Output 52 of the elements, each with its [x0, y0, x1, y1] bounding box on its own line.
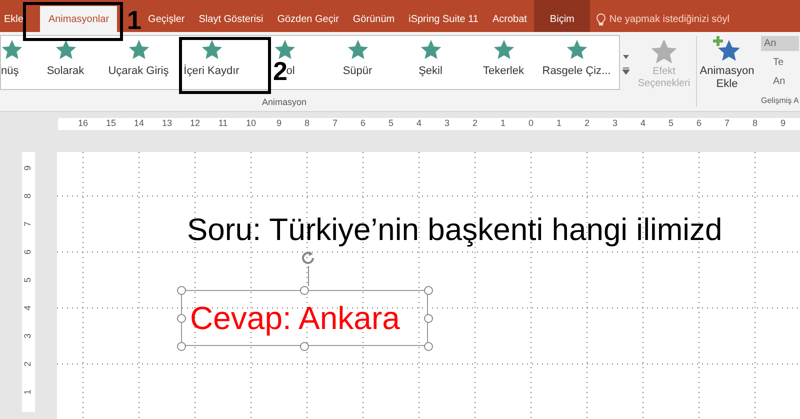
- advanced-item[interactable]: Te: [761, 55, 799, 70]
- animation-effect[interactable]: Uçarak Giriş: [102, 36, 175, 89]
- vertical-ruler: 9 8 7 6 5 4 3 2 1: [22, 152, 35, 412]
- animation-effect[interactable]: Rasgele Çiz...: [540, 36, 613, 89]
- advanced-item[interactable]: An: [761, 74, 799, 89]
- annotation-number: 2: [273, 56, 288, 86]
- ribbon-tab[interactable]: Slayt Gösterisi: [192, 6, 270, 32]
- resize-handle[interactable]: [300, 342, 309, 351]
- scroll-down-icon[interactable]: [622, 53, 630, 61]
- ribbon-tab[interactable]: Görünüm: [346, 6, 402, 32]
- star-icon: [566, 39, 588, 61]
- animation-effect[interactable]: Şekil: [394, 36, 467, 89]
- ribbon-tab[interactable]: Animasyonlar: [40, 6, 118, 32]
- ribbon-tab[interactable]: Biçim: [534, 0, 590, 32]
- star-icon: [54, 39, 76, 61]
- ribbon-tab[interactable]: Ekle: [0, 6, 30, 32]
- more-icon[interactable]: [622, 67, 630, 75]
- resize-handle[interactable]: [424, 342, 433, 351]
- ribbon-tab[interactable]: Acrobat: [485, 6, 534, 32]
- animation-effect[interactable]: nüş: [1, 36, 29, 89]
- resize-handle[interactable]: [300, 286, 309, 295]
- resize-handle[interactable]: [177, 314, 186, 323]
- star-icon: [492, 39, 514, 61]
- resize-handle[interactable]: [177, 342, 186, 351]
- animation-effect[interactable]: Süpür: [321, 36, 394, 89]
- rotate-handle-icon[interactable]: [299, 249, 317, 267]
- group-label: Animasyon: [262, 96, 308, 109]
- group-label: Gelişmiş A: [761, 95, 799, 107]
- star-icon: [420, 39, 442, 61]
- answer-text: Cevap: Ankara: [190, 299, 400, 338]
- animation-effect[interactable]: Tekerlek: [467, 36, 540, 89]
- horizontal-ruler: 16 15 14 13 12 11 10 9 8 7 6 5 4 3 2 1 0 1 2 3 4 5 6 7 8 9: [58, 118, 800, 130]
- star-icon: [650, 38, 678, 66]
- star-icon: [1, 39, 23, 61]
- star-icon: [346, 39, 368, 61]
- resize-handle[interactable]: [424, 286, 433, 295]
- animation-effect[interactable]: Solarak: [29, 36, 102, 89]
- annotation-number: 1: [127, 5, 142, 35]
- ribbon-tab[interactable]: Gözden Geçir: [270, 6, 346, 32]
- tell-me-field[interactable]: Ne yapmak istediğinizi söyl: [609, 12, 730, 26]
- add-animation-button[interactable]: Animasyon Ekle: [697, 32, 757, 111]
- ribbon-tab[interactable]: Geçişler: [141, 6, 192, 32]
- animation-effect[interactable]: İçeri Kaydır: [175, 36, 248, 89]
- star-icon: [274, 39, 296, 61]
- star-icon: [200, 39, 222, 61]
- resize-handle[interactable]: [424, 314, 433, 323]
- star-icon: [128, 39, 150, 61]
- question-text: Soru: Türkiye’nin başkenti hangi ilimizd: [187, 211, 722, 249]
- lightbulb-icon: [596, 12, 606, 26]
- ribbon-tab[interactable]: iSpring Suite 11: [402, 6, 486, 32]
- advanced-item[interactable]: An: [761, 36, 799, 51]
- resize-handle[interactable]: [177, 286, 186, 295]
